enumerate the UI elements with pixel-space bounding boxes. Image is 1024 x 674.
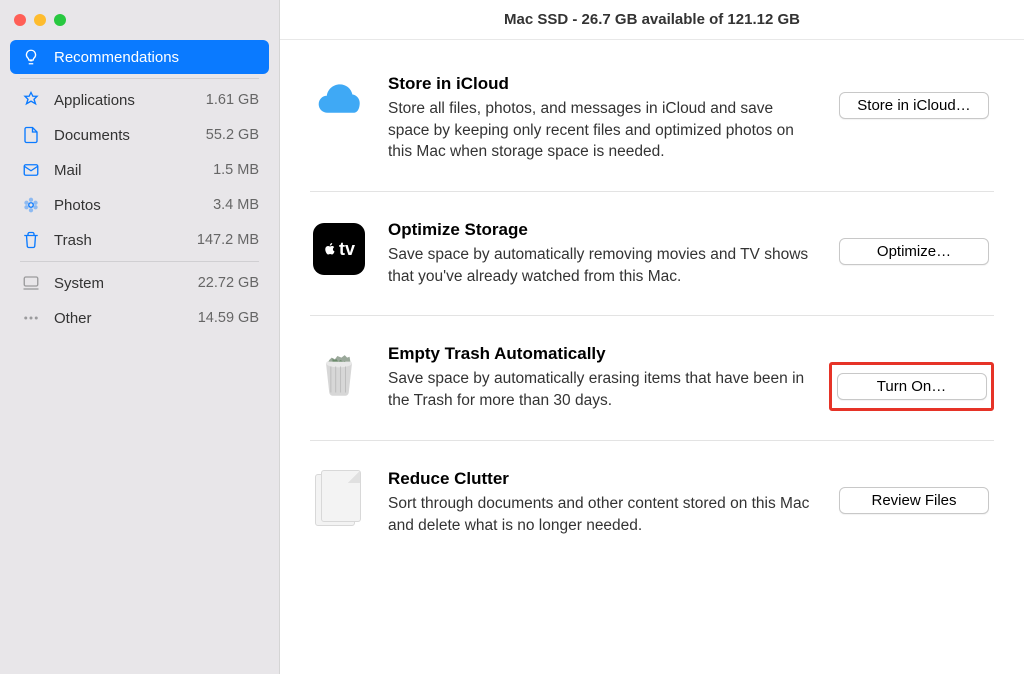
sidebar-item-system[interactable]: System 22.72 GB <box>10 266 269 300</box>
divider <box>20 261 259 262</box>
storage-management-window: Recommendations Applications 1.61 GB Doc… <box>0 0 1024 674</box>
recommendation-reduce-clutter: Reduce Clutter Sort through documents an… <box>310 441 994 564</box>
sidebar: Recommendations Applications 1.61 GB Doc… <box>0 0 280 674</box>
recommendation-action: Turn On… <box>834 344 994 411</box>
sidebar-item-size: 14.59 GB <box>198 310 259 326</box>
close-button[interactable] <box>14 14 26 26</box>
recommendation-title: Reduce Clutter <box>388 469 814 489</box>
optimize-button[interactable]: Optimize… <box>839 238 989 265</box>
recommendation-text: Store in iCloud Store all files, photos,… <box>388 74 814 163</box>
recommendation-description: Store all files, photos, and messages in… <box>388 98 814 163</box>
system-icon <box>20 273 42 293</box>
appletv-icon: tv <box>310 220 368 278</box>
sidebar-item-size: 1.61 GB <box>206 92 259 108</box>
sidebar-item-label: System <box>54 275 198 292</box>
sidebar-item-applications[interactable]: Applications 1.61 GB <box>10 83 269 117</box>
store-in-icloud-button[interactable]: Store in iCloud… <box>839 92 989 119</box>
sidebar-item-photos[interactable]: Photos 3.4 MB <box>10 188 269 222</box>
minimize-button[interactable] <box>34 14 46 26</box>
sidebar-item-label: Other <box>54 310 198 327</box>
window-controls <box>0 8 279 40</box>
turn-on-button[interactable]: Turn On… <box>837 373 987 400</box>
sidebar-item-documents[interactable]: Documents 55.2 GB <box>10 118 269 152</box>
sidebar-item-recommendations[interactable]: Recommendations <box>10 40 269 74</box>
sidebar-item-size: 55.2 GB <box>206 127 259 143</box>
sidebar-item-size: 22.72 GB <box>198 275 259 291</box>
divider <box>20 78 259 79</box>
full-trash-icon <box>310 344 368 402</box>
recommendation-title: Optimize Storage <box>388 220 814 240</box>
sidebar-item-label: Photos <box>54 197 213 214</box>
documents-icon <box>310 469 368 527</box>
recommendation-text: Reduce Clutter Sort through documents an… <box>388 469 814 536</box>
sidebar-item-trash[interactable]: Trash 147.2 MB <box>10 223 269 257</box>
sidebar-item-label: Mail <box>54 162 213 179</box>
apps-icon <box>20 90 42 110</box>
maximize-button[interactable] <box>54 14 66 26</box>
recommendation-empty-trash: Empty Trash Automatically Save space by … <box>310 316 994 440</box>
document-icon <box>20 125 42 145</box>
recommendation-action: Review Files <box>834 469 994 514</box>
sidebar-item-label: Trash <box>54 232 197 249</box>
recommendation-description: Save space by automatically removing mov… <box>388 244 814 287</box>
recommendation-title: Empty Trash Automatically <box>388 344 814 364</box>
icloud-icon <box>310 74 368 132</box>
sidebar-item-other[interactable]: Other 14.59 GB <box>10 301 269 335</box>
recommendation-action: Optimize… <box>834 220 994 265</box>
recommendation-description: Save space by automatically erasing item… <box>388 368 814 411</box>
trash-icon <box>20 230 42 250</box>
lightbulb-icon <box>20 47 42 67</box>
sidebar-item-label: Applications <box>54 92 206 109</box>
recommendation-text: Empty Trash Automatically Save space by … <box>388 344 814 411</box>
recommendation-icloud: Store in iCloud Store all files, photos,… <box>310 60 994 192</box>
sidebar-item-mail[interactable]: Mail 1.5 MB <box>10 153 269 187</box>
sidebar-item-size: 1.5 MB <box>213 162 259 178</box>
review-files-button[interactable]: Review Files <box>839 487 989 514</box>
sidebar-item-label: Recommendations <box>54 49 259 66</box>
sidebar-item-size: 3.4 MB <box>213 197 259 213</box>
photos-icon <box>20 195 42 215</box>
recommendation-text: Optimize Storage Save space by automatic… <box>388 220 814 287</box>
recommendations-list: Store in iCloud Store all files, photos,… <box>280 40 1024 674</box>
highlight-annotation: Turn On… <box>829 362 994 411</box>
mail-icon <box>20 160 42 180</box>
window-title: Mac SSD - 26.7 GB available of 121.12 GB <box>280 0 1024 40</box>
sidebar-list: Recommendations Applications 1.61 GB Doc… <box>0 40 279 335</box>
recommendation-title: Store in iCloud <box>388 74 814 94</box>
main-content: Mac SSD - 26.7 GB available of 121.12 GB… <box>280 0 1024 674</box>
recommendation-optimize: tv Optimize Storage Save space by automa… <box>310 192 994 316</box>
sidebar-item-size: 147.2 MB <box>197 232 259 248</box>
sidebar-item-label: Documents <box>54 127 206 144</box>
other-icon <box>20 308 42 328</box>
recommendation-action: Store in iCloud… <box>834 74 994 119</box>
recommendation-description: Sort through documents and other content… <box>388 493 814 536</box>
